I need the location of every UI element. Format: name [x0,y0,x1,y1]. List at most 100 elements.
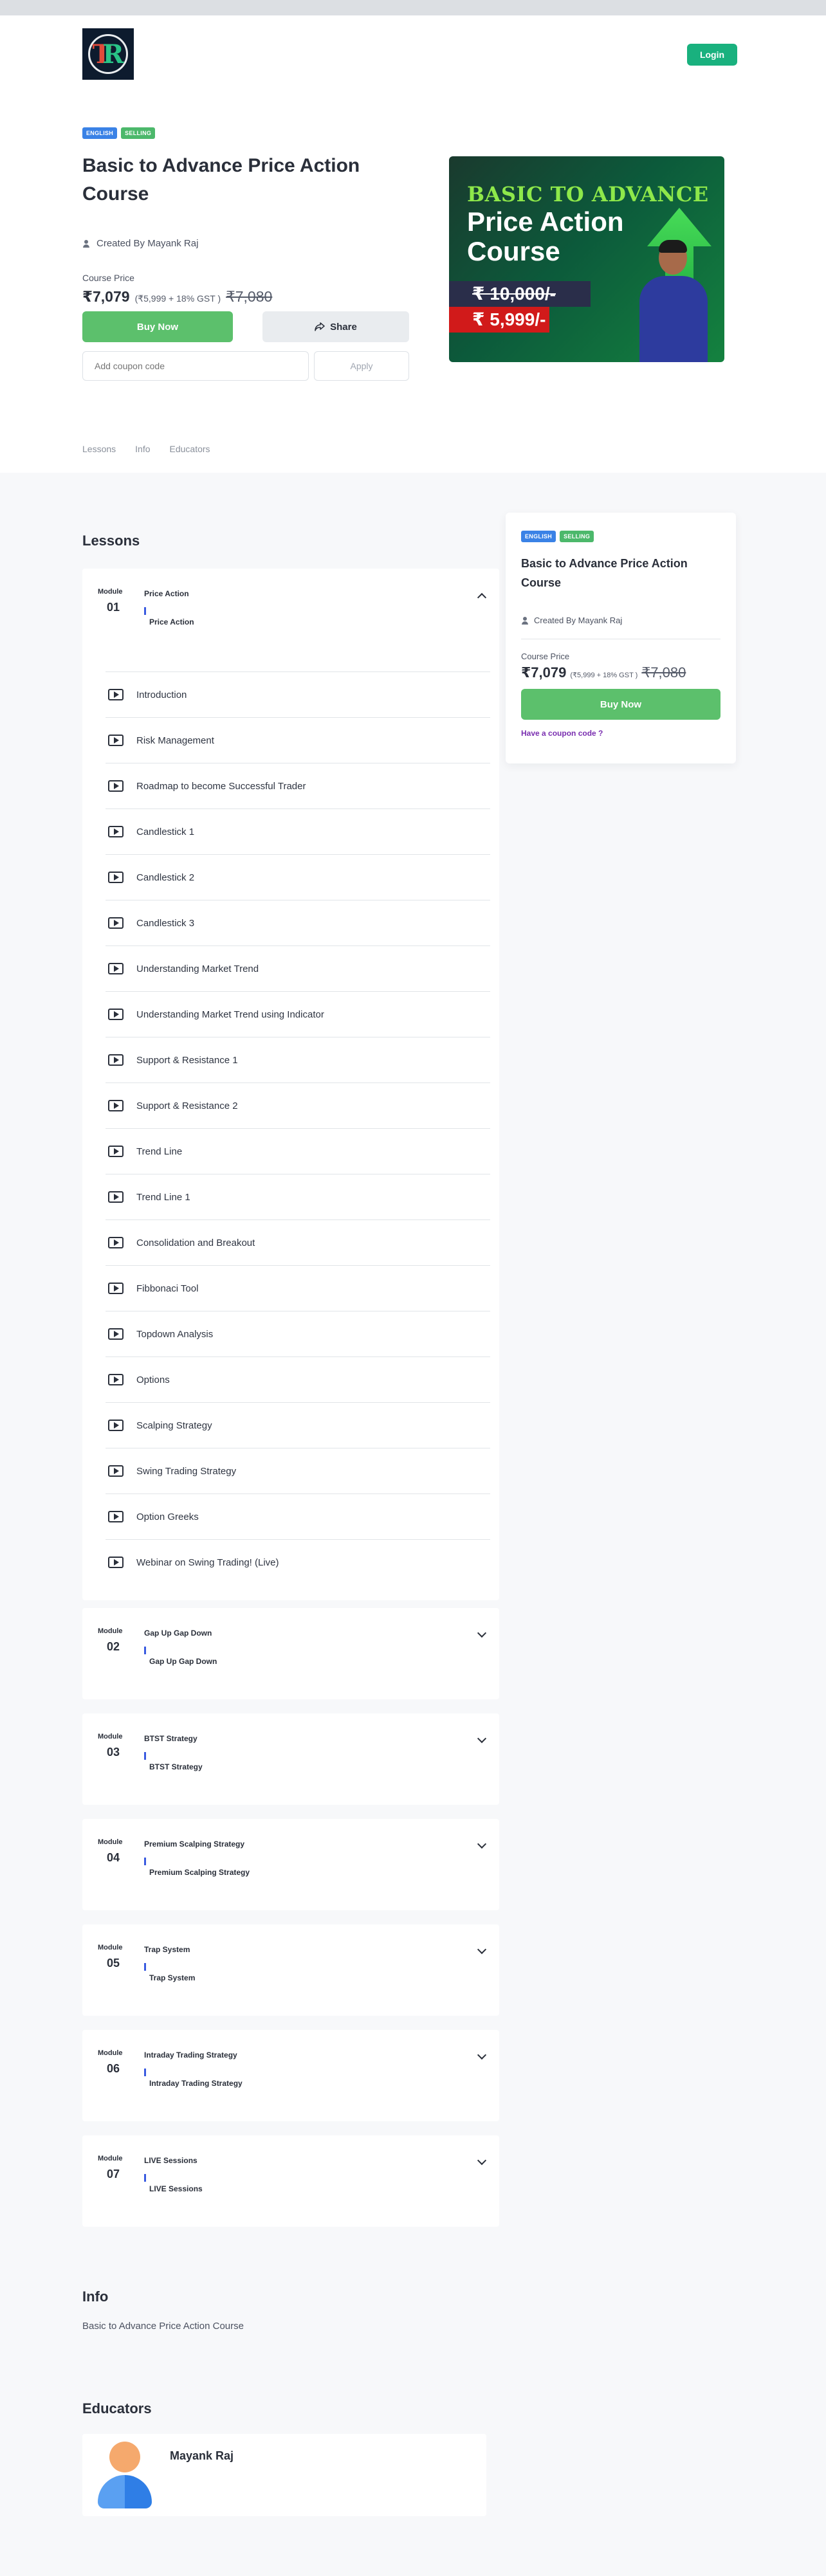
play-icon [108,1374,124,1385]
course-creator: Created By Mayank Raj [82,238,198,249]
play-icon [108,689,124,700]
module-progress-marker [144,1858,146,1865]
lesson-title: Consolidation and Breakout [136,1237,255,1248]
module-card[interactable]: Module 05 Trap System Trap System [82,1924,499,2016]
module-name: Premium Scalping Strategy [144,1840,245,1849]
lesson-item[interactable]: Fibbonaci Tool [106,1265,490,1311]
lesson-title: Support & Resistance 1 [136,1054,238,1066]
price-row: ₹7,079 (₹5,999 + 18% GST ) ₹7,080 [82,288,272,306]
module-card[interactable]: Module 02 Gap Up Gap Down Gap Up Gap Dow… [82,1608,499,1699]
badge-language: ENGLISH [82,127,118,139]
chevron-down-icon[interactable] [477,1733,487,1744]
lesson-title: Scalping Strategy [136,1420,212,1431]
lesson-item[interactable]: Understanding Market Trend [106,945,490,991]
module-subtitle: Premium Scalping Strategy [149,1868,250,1877]
educators-heading: Educators [82,2400,152,2416]
play-icon [108,1465,124,1477]
lesson-item[interactable]: Candlestick 2 [106,854,490,900]
module-number: 04 [107,1851,120,1864]
module-card[interactable]: Module 03 BTST Strategy BTST Strategy [82,1713,499,1805]
module-number: 07 [107,2168,120,2180]
play-icon [108,1511,124,1522]
lesson-title: Swing Trading Strategy [136,1465,237,1477]
tab-educators[interactable]: Educators [170,444,210,454]
module-card[interactable]: Module 04 Premium Scalping Strategy Prem… [82,1819,499,1910]
tab-lessons[interactable]: Lessons [82,444,116,454]
lesson-item[interactable]: Consolidation and Breakout [106,1219,490,1265]
banner-new-price: ₹ 5,999/- [449,307,549,333]
lesson-item[interactable]: Candlestick 3 [106,900,490,945]
educator-card[interactable]: Mayank Raj [82,2434,486,2516]
chevron-down-icon[interactable] [477,1944,487,1955]
course-badges: ENGLISH SELLING [82,127,156,139]
coupon-code-input[interactable] [82,351,309,381]
play-icon [108,1328,124,1340]
chevron-down-icon[interactable] [477,1628,487,1638]
lesson-item[interactable]: Swing Trading Strategy [106,1448,490,1494]
module-name: Intraday Trading Strategy [144,2051,237,2060]
price-old: ₹7,080 [641,664,686,681]
lesson-title: Fibbonaci Tool [136,1283,199,1294]
buy-now-button[interactable]: Buy Now [82,311,233,342]
module-label: Module [98,1627,123,1635]
module-number: 05 [107,1957,120,1969]
have-coupon-link[interactable]: Have a coupon code ? [521,729,603,738]
lesson-item[interactable]: Scalping Strategy [106,1402,490,1448]
login-button[interactable]: Login [687,44,737,66]
module-progress-marker [144,2069,146,2076]
module-label: Module [98,1944,123,1951]
lesson-item[interactable]: Introduction [106,671,490,717]
module-label: Module [98,2155,123,2162]
chevron-down-icon[interactable] [477,1839,487,1849]
module-label: Module [98,2049,123,2057]
module-progress-marker [144,1963,146,1971]
price-current: ₹7,079 [521,664,567,681]
side-buy-now-button[interactable]: Buy Now [521,689,720,720]
lesson-item[interactable]: Trend Line [106,1128,490,1174]
user-icon [521,616,529,625]
play-icon [108,1146,124,1157]
chevron-down-icon[interactable] [477,2155,487,2166]
lesson-item[interactable]: Option Greeks [106,1494,490,1539]
lesson-item[interactable]: Risk Management [106,717,490,763]
play-icon [108,780,124,792]
module-card[interactable]: Module 07 LIVE Sessions LIVE Sessions [82,2135,499,2227]
lesson-title: Options [136,1374,170,1385]
badge-selling: SELLING [560,531,594,542]
module-card: Module 01 Price Action Price Action Intr… [82,569,499,1600]
chevron-up-icon[interactable] [477,592,487,603]
module-progress-marker [144,1752,146,1760]
module-name[interactable]: Price Action [144,589,189,598]
play-icon [108,1054,124,1066]
chevron-down-icon[interactable] [477,2050,487,2060]
play-icon [108,1420,124,1431]
lesson-item[interactable]: Support & Resistance 1 [106,1037,490,1082]
price-label: Course Price [82,273,134,283]
tab-info[interactable]: Info [135,444,150,454]
lesson-title: Support & Resistance 2 [136,1100,238,1111]
play-icon [108,1557,124,1568]
module-subtitle: Price Action [149,617,194,626]
lesson-item[interactable]: Candlestick 1 [106,808,490,854]
avatar [98,2442,152,2508]
lesson-item[interactable]: Topdown Analysis [106,1311,490,1357]
module-card[interactable]: Module 06 Intraday Trading Strategy Intr… [82,2030,499,2121]
lesson-item[interactable]: Trend Line 1 [106,1174,490,1219]
lesson-title: Candlestick 2 [136,872,195,883]
purchase-side-card: ENGLISH SELLING Basic to Advance Price A… [506,513,736,763]
module-subtitle: Gap Up Gap Down [149,1657,217,1666]
module-number: 03 [107,1746,120,1758]
module-number: 02 [107,1640,120,1653]
site-logo[interactable]: TR [82,28,134,80]
lesson-item[interactable]: Understanding Market Trend using Indicat… [106,991,490,1037]
lesson-item[interactable]: Support & Resistance 2 [106,1082,490,1128]
share-button[interactable]: Share [262,311,409,342]
module-name: Trap System [144,1945,190,1954]
lesson-item[interactable]: Roadmap to become Successful Trader [106,763,490,808]
course-title: Basic to Advance Price Action Course [82,155,360,205]
lesson-item[interactable]: Webinar on Swing Trading! (Live) [106,1539,490,1585]
apply-coupon-button[interactable]: Apply [314,351,409,381]
lesson-item[interactable]: Options [106,1357,490,1402]
play-icon [108,826,124,837]
play-icon [108,735,124,746]
